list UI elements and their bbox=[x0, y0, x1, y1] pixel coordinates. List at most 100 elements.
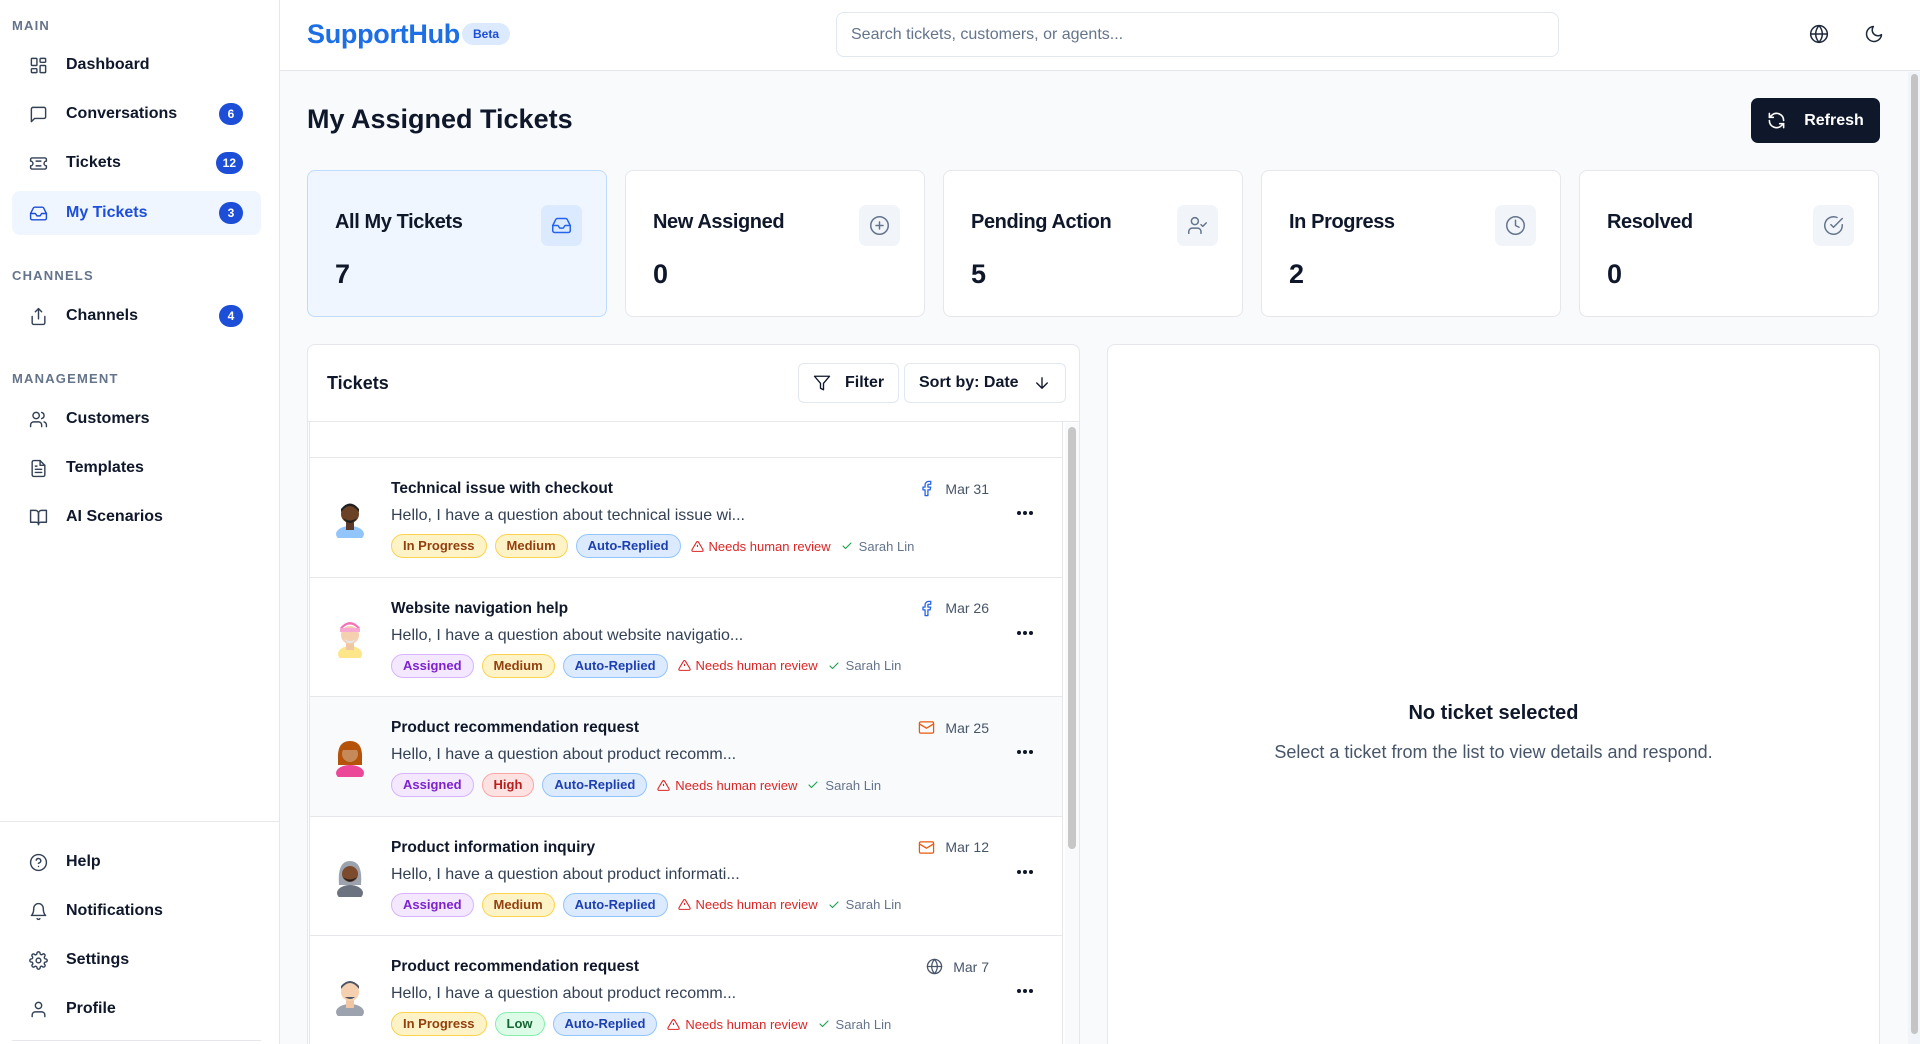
ticket-preview: Hello, I have a question about product r… bbox=[391, 985, 737, 1002]
ticket-preview: Hello, I have a question about product i… bbox=[391, 865, 740, 883]
list-scrollbar-thumb[interactable] bbox=[1068, 427, 1076, 849]
ticket-row[interactable]: Product recommendation request Hello, I … bbox=[310, 936, 1062, 1044]
check-icon bbox=[808, 781, 818, 789]
sidebar-item-label: AI Scenarios bbox=[66, 508, 163, 525]
avatar bbox=[336, 741, 364, 777]
count-badge: 4 bbox=[219, 305, 243, 327]
date-text: Mar 7 bbox=[953, 958, 989, 975]
mail-icon bbox=[919, 840, 935, 854]
more-options-icon[interactable] bbox=[1017, 869, 1033, 875]
dashboard-icon bbox=[28, 55, 48, 75]
priority-badge: Medium bbox=[481, 892, 555, 917]
stat-card-all[interactable]: All My Tickets 7 bbox=[307, 170, 607, 317]
ticket-detail-panel: No ticket selected Select a ticket from … bbox=[1107, 344, 1880, 1044]
ticket-date: Mar 31 bbox=[918, 480, 989, 497]
auto-replied-badge: Auto-Replied bbox=[575, 534, 681, 558]
bell-icon bbox=[28, 901, 48, 921]
more-options-icon[interactable] bbox=[1017, 510, 1033, 516]
clock-icon bbox=[1495, 205, 1536, 246]
sort-label: Sort by: Date bbox=[919, 374, 1019, 391]
agent-name: Sarah Lin bbox=[845, 658, 902, 673]
sidebar-item-profile[interactable]: Profile bbox=[12, 987, 261, 1031]
ticket-row[interactable]: Product information inquiry Hello, I hav… bbox=[310, 816, 1062, 936]
stat-title: Pending Action bbox=[971, 211, 1112, 233]
moon-icon[interactable] bbox=[1862, 22, 1886, 46]
globe-icon bbox=[926, 958, 943, 975]
avatar bbox=[337, 860, 363, 897]
ticket-list[interactable]: Technical issue with checkout Hello, I h… bbox=[309, 422, 1063, 1044]
review-flag: Needs human review bbox=[690, 538, 831, 554]
auto-replied-badge: Auto-Replied bbox=[542, 773, 648, 797]
ticket-tags: Assigned Medium Auto-Replied Needs human… bbox=[391, 653, 902, 678]
date-text: Mar 26 bbox=[945, 600, 989, 616]
sidebar-item-label: Conversations bbox=[66, 105, 178, 122]
priority-badge: Medium bbox=[494, 534, 568, 558]
ticket-icon bbox=[28, 153, 48, 173]
sidebar-item-ai-scenarios[interactable]: AI Scenarios bbox=[12, 495, 261, 539]
stat-card-pending[interactable]: Pending Action 5 bbox=[943, 170, 1243, 317]
assigned-agent: Sarah Lin bbox=[818, 1017, 891, 1032]
search-input[interactable] bbox=[836, 12, 1559, 57]
topbar: SupportHub Beta bbox=[280, 0, 1920, 71]
status-badge: Assigned bbox=[391, 892, 474, 917]
more-options-icon[interactable] bbox=[1017, 988, 1033, 994]
sidebar-item-label: Templates bbox=[66, 459, 144, 476]
priority-badge: Medium bbox=[481, 653, 555, 678]
sidebar-item-label: Dashboard bbox=[66, 56, 150, 73]
globe-icon[interactable] bbox=[1807, 22, 1831, 46]
stat-card-in-progress[interactable]: In Progress 2 bbox=[1261, 170, 1561, 317]
count-badge: 6 bbox=[219, 103, 243, 125]
more-options-icon[interactable] bbox=[1017, 749, 1033, 755]
facebook-icon bbox=[922, 480, 932, 497]
ticket-row[interactable]: Technical issue with checkout Hello, I h… bbox=[310, 458, 1062, 578]
filter-label: Filter bbox=[845, 374, 885, 391]
auto-replied-badge: Auto-Replied bbox=[562, 892, 668, 917]
check-icon bbox=[818, 1020, 829, 1028]
ticket-tags: Assigned High Auto-Replied Needs human r… bbox=[391, 773, 881, 797]
ticket-list-panel: Tickets Filter Sort by: Date Technical i… bbox=[307, 344, 1080, 1044]
sidebar-item-help[interactable]: Help bbox=[12, 840, 261, 884]
refresh-button[interactable]: Refresh bbox=[1751, 98, 1880, 143]
sidebar-item-label: Help bbox=[66, 853, 101, 870]
sidebar-item-channels[interactable]: Channels 4 bbox=[12, 294, 261, 338]
warning-icon bbox=[667, 1018, 681, 1030]
chat-icon bbox=[28, 104, 48, 124]
page-scrollbar-thumb[interactable] bbox=[1911, 74, 1918, 1034]
status-badge: In Progress bbox=[391, 534, 487, 558]
date-text: Mar 12 bbox=[945, 839, 989, 855]
sidebar-item-my-tickets[interactable]: My Tickets 3 bbox=[12, 191, 261, 235]
sidebar-item-customers[interactable]: Customers bbox=[12, 397, 261, 441]
plus-circle-icon bbox=[859, 205, 900, 246]
ticket-title: Product recommendation request bbox=[391, 719, 640, 736]
stat-card-resolved[interactable]: Resolved 0 bbox=[1579, 170, 1879, 317]
ticket-row[interactable]: Website navigation help Hello, I have a … bbox=[310, 577, 1062, 697]
sort-button[interactable]: Sort by: Date bbox=[904, 363, 1066, 403]
date-text: Mar 31 bbox=[945, 480, 989, 497]
app-logo[interactable]: SupportHub bbox=[307, 19, 460, 50]
more-options-icon[interactable] bbox=[1017, 630, 1033, 636]
user-check-icon bbox=[1177, 205, 1218, 246]
assigned-agent: Sarah Lin bbox=[828, 897, 901, 912]
stat-title: New Assigned bbox=[653, 211, 785, 233]
sidebar-item-settings[interactable]: Settings bbox=[12, 938, 261, 982]
sidebar-item-label: Customers bbox=[66, 410, 150, 427]
sidebar-item-tickets[interactable]: Tickets 12 bbox=[12, 141, 261, 185]
check-icon bbox=[842, 542, 852, 550]
stat-value: 0 bbox=[653, 259, 669, 289]
stat-card-new[interactable]: New Assigned 0 bbox=[625, 170, 925, 317]
section-title-management: MANAGEMENT bbox=[12, 371, 119, 386]
assigned-agent: Sarah Lin bbox=[828, 658, 902, 673]
filter-button[interactable]: Filter bbox=[798, 363, 900, 403]
arrow-down-icon bbox=[1035, 377, 1048, 389]
review-flag: Needs human review bbox=[667, 1017, 808, 1032]
assigned-agent: Sarah Lin bbox=[841, 539, 914, 554]
sidebar-item-conversations[interactable]: Conversations 6 bbox=[12, 92, 261, 136]
sidebar-item-dashboard[interactable]: Dashboard bbox=[12, 43, 261, 87]
sidebar-item-notifications[interactable]: Notifications bbox=[12, 889, 261, 933]
review-flag: Needs human review bbox=[677, 897, 818, 912]
ticket-row[interactable]: Product recommendation request Hello, I … bbox=[310, 697, 1062, 817]
beta-badge: Beta bbox=[462, 23, 511, 45]
sidebar-item-templates[interactable]: Templates bbox=[12, 446, 261, 490]
ticket-tags: Assigned Medium Auto-Replied Needs human… bbox=[391, 892, 901, 917]
review-text: Needs human review bbox=[708, 538, 831, 554]
